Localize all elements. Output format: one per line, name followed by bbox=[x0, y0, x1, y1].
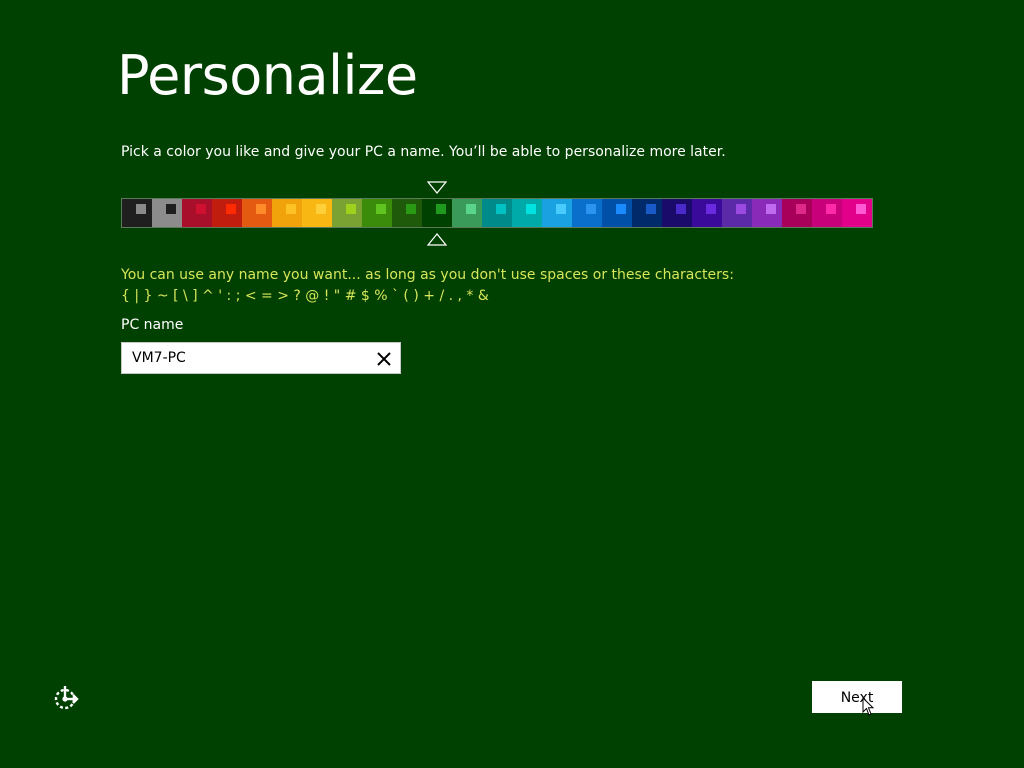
color-swatch[interactable] bbox=[302, 199, 332, 227]
swatch-accent bbox=[826, 204, 836, 214]
color-swatch[interactable] bbox=[752, 199, 782, 227]
swatch-accent bbox=[706, 204, 716, 214]
color-swatch[interactable] bbox=[542, 199, 572, 227]
page-title: Personalize bbox=[117, 44, 418, 107]
swatch-accent bbox=[316, 204, 326, 214]
pc-name-field[interactable] bbox=[121, 342, 401, 374]
swatch-accent bbox=[796, 204, 806, 214]
color-swatch[interactable] bbox=[602, 199, 632, 227]
color-swatch[interactable] bbox=[272, 199, 302, 227]
swatch-accent bbox=[676, 204, 686, 214]
pc-name-label: PC name bbox=[121, 317, 184, 333]
color-swatch[interactable] bbox=[182, 199, 212, 227]
selected-color-indicator-bottom bbox=[427, 232, 447, 246]
page-subtitle: Pick a color you like and give your PC a… bbox=[121, 144, 726, 160]
next-button[interactable]: Next bbox=[812, 681, 902, 713]
name-rules-text: You can use any name you want... as long… bbox=[121, 267, 734, 283]
color-swatch[interactable] bbox=[392, 199, 422, 227]
color-swatch[interactable] bbox=[512, 199, 542, 227]
color-swatch[interactable] bbox=[242, 199, 272, 227]
swatch-accent bbox=[136, 204, 146, 214]
invalid-characters-text: { | } ~ [ \ ] ^ ' : ; < = > ? @ ! " # $ … bbox=[121, 288, 489, 304]
swatch-accent bbox=[226, 204, 236, 214]
color-swatch[interactable] bbox=[122, 199, 152, 227]
color-swatch[interactable] bbox=[152, 199, 182, 227]
swatch-accent bbox=[406, 204, 416, 214]
color-swatch[interactable] bbox=[212, 199, 242, 227]
swatch-accent bbox=[286, 204, 296, 214]
swatch-accent bbox=[526, 204, 536, 214]
swatch-accent bbox=[646, 204, 656, 214]
color-swatch[interactable] bbox=[722, 199, 752, 227]
swatch-accent bbox=[556, 204, 566, 214]
swatch-accent bbox=[166, 204, 176, 214]
color-swatch[interactable] bbox=[452, 199, 482, 227]
swatch-accent bbox=[496, 204, 506, 214]
swatch-accent bbox=[616, 204, 626, 214]
pc-name-input[interactable] bbox=[132, 350, 362, 366]
swatch-accent bbox=[766, 204, 776, 214]
color-swatch[interactable] bbox=[362, 199, 392, 227]
color-swatch[interactable] bbox=[782, 199, 812, 227]
swatch-accent bbox=[256, 204, 266, 214]
ease-of-access-icon[interactable] bbox=[52, 684, 80, 712]
swatch-accent bbox=[856, 204, 866, 214]
color-swatch[interactable] bbox=[812, 199, 842, 227]
color-swatch[interactable] bbox=[842, 199, 872, 227]
color-swatch[interactable] bbox=[332, 199, 362, 227]
color-swatch[interactable] bbox=[572, 199, 602, 227]
clear-icon[interactable] bbox=[374, 349, 394, 369]
mouse-pointer-icon bbox=[862, 696, 876, 721]
color-swatch-bar bbox=[121, 198, 873, 228]
swatch-accent bbox=[196, 204, 206, 214]
swatch-accent bbox=[466, 204, 476, 214]
swatch-accent bbox=[346, 204, 356, 214]
swatch-accent bbox=[586, 204, 596, 214]
color-swatch[interactable] bbox=[632, 199, 662, 227]
swatch-accent bbox=[436, 204, 446, 214]
color-swatch-selected[interactable] bbox=[422, 199, 452, 227]
swatch-accent bbox=[736, 204, 746, 214]
color-swatch[interactable] bbox=[692, 199, 722, 227]
color-swatch[interactable] bbox=[482, 199, 512, 227]
swatch-accent bbox=[376, 204, 386, 214]
color-swatch[interactable] bbox=[662, 199, 692, 227]
